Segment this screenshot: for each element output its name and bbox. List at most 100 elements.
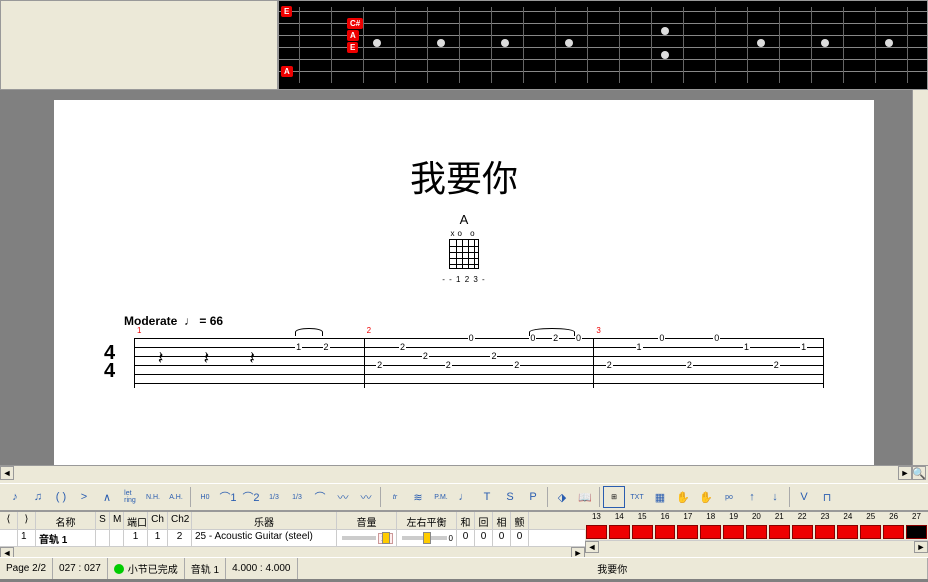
trem-header: 颤 (511, 512, 529, 529)
slap-button[interactable]: S (499, 486, 521, 508)
tablature-staff[interactable]: 44 1𝄽𝄽𝄽1222222022020321020121 (104, 338, 824, 388)
measure-cell[interactable] (883, 525, 904, 539)
instrument-header: 乐器 (192, 512, 337, 529)
string-note: E (347, 42, 358, 53)
tremolo-button[interactable]: ≋ (407, 486, 429, 508)
volume-header: 音量 (337, 512, 397, 529)
slur-button[interactable]: ⌒ (309, 486, 331, 508)
track-table: ⟨ ⟩ 名称 S M 端口 Ch Ch2 乐器 音量 左右平衡 和 回 相 颤 … (0, 511, 928, 557)
track-indicator: 音轨 1 (185, 558, 226, 579)
artificial-harmonic-button[interactable]: A.H. (165, 486, 187, 508)
accent-button[interactable]: > (73, 486, 95, 508)
hammer-button[interactable]: H0 (194, 486, 216, 508)
ch-header: Ch (148, 512, 168, 529)
chord-diagram-button[interactable]: ⊞ (603, 486, 625, 508)
song-name-status: 我要你 (298, 558, 928, 579)
ch2-header: Ch2 (168, 512, 192, 529)
string-note: A (347, 30, 359, 41)
downstroke-button[interactable]: ↓ (764, 486, 786, 508)
stroke-down-button[interactable]: ⬗ (551, 486, 573, 508)
chord-top-markers: xo o (104, 229, 824, 238)
measure-overview[interactable]: 131415161718192021222324252627 ◄ ► (585, 512, 928, 557)
measure-cell[interactable] (769, 525, 790, 539)
scroll-right-button[interactable]: ► (898, 466, 912, 480)
bend-1-button[interactable]: ⌒1 (217, 486, 239, 508)
fretboard-display[interactable]: for(let i=0;i<20;i++)document.write('<di… (278, 0, 928, 90)
measure-cell[interactable] (677, 525, 698, 539)
measure-cell[interactable] (632, 525, 653, 539)
measure-cell[interactable] (906, 525, 927, 539)
fretboard-left-panel (0, 0, 278, 90)
fingering-left-button[interactable]: ✋ (672, 486, 694, 508)
scroll-left-button[interactable]: ◄ (0, 466, 14, 480)
let-ring-button[interactable]: letring (119, 486, 141, 508)
natural-harmonic-button[interactable]: N.H. (142, 486, 164, 508)
timing-indicator: 4.000 : 4.000 (226, 558, 297, 579)
measure-cell[interactable] (700, 525, 721, 539)
vertical-scrollbar[interactable] (912, 90, 928, 465)
chord-name: A (104, 212, 824, 227)
chord-diagram (449, 239, 479, 275)
string-note: C# (347, 18, 363, 29)
measure-cell[interactable] (746, 525, 767, 539)
bend-third-button[interactable]: 1/3 (263, 486, 285, 508)
measure-cell[interactable] (723, 525, 744, 539)
song-title: 我要你 (104, 150, 824, 202)
solo-header: S (96, 512, 110, 529)
tempo-marking: Moderate ♩ = 66 (124, 314, 824, 328)
upstroke-button[interactable]: ↑ (741, 486, 763, 508)
chord-book-button[interactable]: 📖 (574, 486, 596, 508)
port-header: 端口 (124, 512, 148, 529)
measure-cell[interactable] (860, 525, 881, 539)
phase-header: 相 (493, 512, 511, 529)
pan-slider[interactable]: 0 (397, 530, 457, 546)
fingering-right-button[interactable]: ✋ (695, 486, 717, 508)
collapse-column[interactable]: ⟩ (18, 512, 36, 529)
string-note: A (281, 66, 293, 77)
pop-button[interactable]: P (522, 486, 544, 508)
staccato-button[interactable]: ♩ (453, 486, 475, 508)
pick-down-button[interactable]: V (793, 486, 815, 508)
fretboard-panel: for(let i=0;i<20;i++)document.write('<di… (0, 0, 928, 90)
zoom-button[interactable]: 🔍 (912, 466, 926, 480)
track-scrollbar[interactable]: ◄ ► (0, 546, 585, 557)
score-page: 我要你 A xo o - - 1 2 3 - Moderate ♩ = 66 4… (54, 100, 874, 465)
pull-off-button[interactable]: po (718, 486, 740, 508)
bar-indicator: 027 : 027 (53, 558, 108, 579)
note-beam-button[interactable]: ♫ (27, 486, 49, 508)
vibrato-1-button[interactable]: 〰 (332, 486, 354, 508)
measure-cell[interactable] (586, 525, 607, 539)
document-area[interactable]: 我要你 A xo o - - 1 2 3 - Moderate ♩ = 66 4… (0, 90, 928, 465)
pick-up-button[interactable]: ⊓ (816, 486, 838, 508)
statusbar: Page 2/2 027 : 027 小节已完成 音轨 1 4.000 : 4.… (0, 557, 928, 579)
page-indicator: Page 2/2 (0, 558, 53, 579)
accent-up-button[interactable]: ∧ (96, 486, 118, 508)
chord-fingering: - - 1 2 3 - (104, 275, 824, 284)
volume-slider[interactable]: 13 (337, 530, 397, 546)
measure-cell[interactable] (815, 525, 836, 539)
name-header: 名称 (36, 512, 96, 529)
vibrato-2-button[interactable]: 〰 (355, 486, 377, 508)
expand-column[interactable]: ⟨ (0, 512, 18, 529)
time-signature: 44 (104, 338, 134, 388)
measure-cell[interactable] (837, 525, 858, 539)
palm-mute-button[interactable]: P.M. (430, 486, 452, 508)
trill-button[interactable]: tr (384, 486, 406, 508)
measure-cell[interactable] (792, 525, 813, 539)
string-note: E (281, 6, 292, 17)
measure-cell[interactable] (609, 525, 630, 539)
echo-header: 回 (475, 512, 493, 529)
chord-header: 和 (457, 512, 475, 529)
grace-note-button[interactable]: ♪ (4, 486, 26, 508)
ghost-note-button[interactable]: ( ) (50, 486, 72, 508)
pan-header: 左右平衡 (397, 512, 457, 529)
bend-2-button[interactable]: ⌒2 (240, 486, 262, 508)
marker-1-button[interactable]: ▦ (649, 486, 671, 508)
bend-third-2-button[interactable]: 1/3 (286, 486, 308, 508)
measure-cell[interactable] (655, 525, 676, 539)
effects-toolbar: ♪♫( )>∧letringN.H.A.H.H0⌒1⌒21/31/3⌒〰〰tr≋… (0, 483, 928, 511)
mute-header: M (110, 512, 124, 529)
tapping-button[interactable]: T (476, 486, 498, 508)
text-button[interactable]: TXT (626, 486, 648, 508)
track-row[interactable]: 1 音轨 1 1 1 2 25 - Acoustic Guitar (steel… (0, 530, 585, 546)
